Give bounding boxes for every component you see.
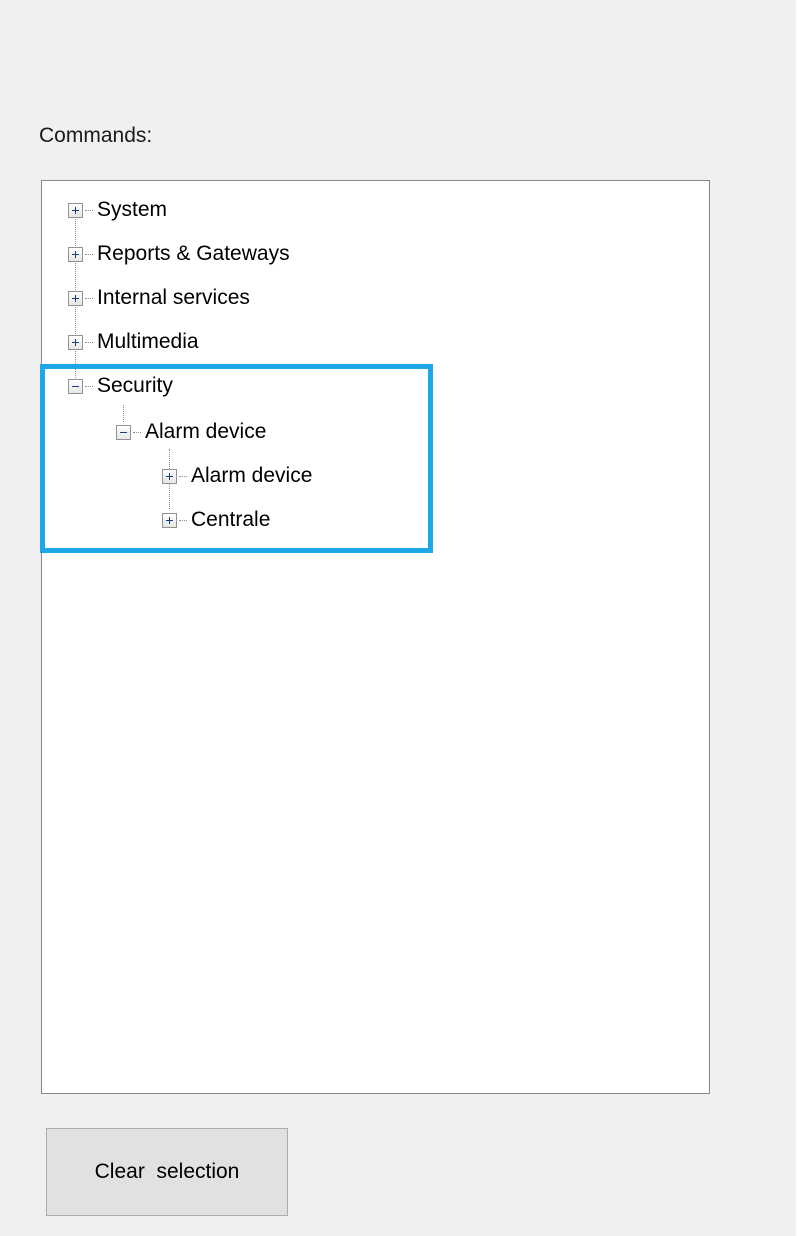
tree-node-label[interactable]: Multimedia [97, 330, 199, 354]
tree-node-centrale[interactable]: Centrale [162, 504, 270, 536]
tree-node-security[interactable]: Security [68, 370, 173, 402]
tree-node-label[interactable]: Centrale [191, 508, 270, 532]
tree-node-label[interactable]: Alarm device [145, 420, 266, 444]
commands-label: Commands: [39, 124, 153, 147]
expand-plus-icon[interactable] [68, 334, 83, 350]
tree-connector [85, 297, 93, 299]
expand-plus-icon[interactable] [68, 290, 83, 306]
tree-node-system[interactable]: System [68, 194, 167, 226]
expand-plus-icon[interactable] [162, 512, 177, 528]
collapse-minus-icon[interactable] [116, 424, 131, 440]
expand-plus-icon[interactable] [162, 468, 177, 484]
tree-node-label[interactable]: Reports & Gateways [97, 242, 290, 266]
tree-node-multimedia[interactable]: Multimedia [68, 326, 199, 358]
commands-panel: Commands: System Reports & Gateways Inte… [0, 0, 802, 1236]
collapse-minus-icon[interactable] [68, 378, 83, 394]
commands-tree[interactable]: System Reports & Gateways Internal servi… [41, 180, 710, 1094]
tree-connector [133, 431, 141, 433]
expand-plus-icon[interactable] [68, 246, 83, 262]
tree-node-label[interactable]: System [97, 198, 167, 222]
tree-node-alarm-device-group[interactable]: Alarm device [116, 416, 266, 448]
tree-connector [85, 385, 93, 387]
tree-node-reports-gateways[interactable]: Reports & Gateways [68, 238, 290, 270]
tree-node-label[interactable]: Internal services [97, 286, 250, 310]
tree-connector [85, 209, 93, 211]
tree-connector [85, 253, 93, 255]
tree-node-label[interactable]: Alarm device [191, 464, 312, 488]
tree-connector [179, 519, 187, 521]
right-edge-strip [796, 0, 802, 1236]
tree-node-internal-services[interactable]: Internal services [68, 282, 250, 314]
tree-connector [179, 475, 187, 477]
clear-selection-button[interactable]: Clear selection [46, 1128, 288, 1216]
tree-node-alarm-device[interactable]: Alarm device [162, 460, 312, 492]
expand-plus-icon[interactable] [68, 202, 83, 218]
tree-node-label[interactable]: Security [97, 374, 173, 398]
tree-connector [85, 341, 93, 343]
